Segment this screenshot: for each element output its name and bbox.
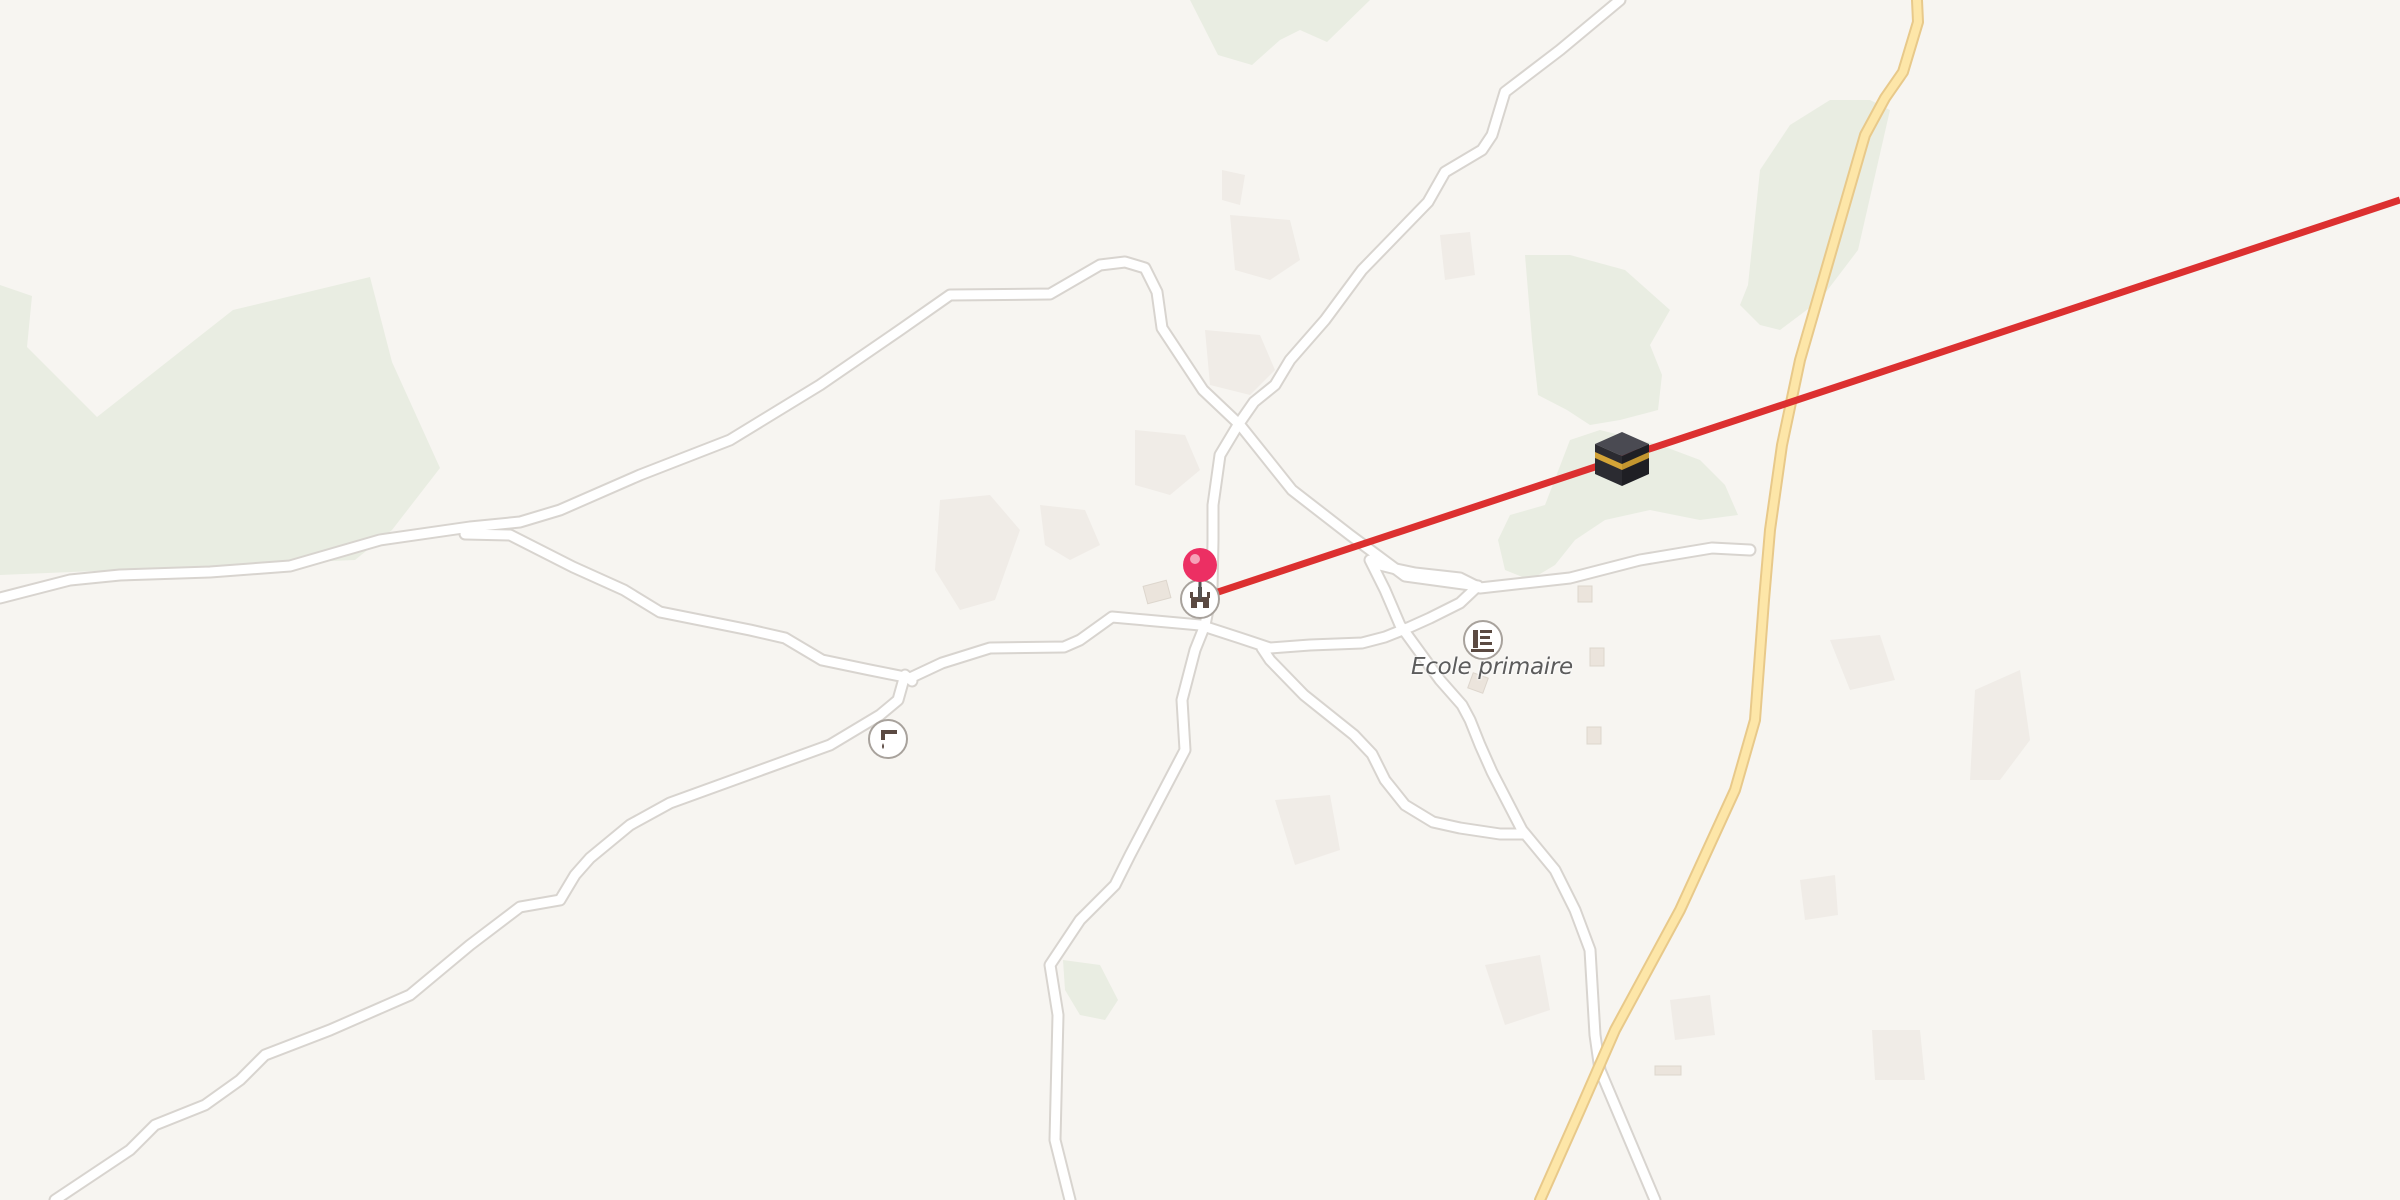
building bbox=[1970, 670, 2030, 780]
map-layer bbox=[0, 0, 2400, 1200]
building bbox=[1040, 505, 1100, 560]
forest-area bbox=[1190, 0, 1370, 65]
map-canvas[interactable]: Ecole primaire bbox=[0, 0, 2400, 1200]
building bbox=[1800, 875, 1838, 920]
building bbox=[1577, 585, 1593, 603]
building bbox=[1222, 170, 1245, 205]
building bbox=[1589, 647, 1605, 667]
forest-area bbox=[1063, 960, 1118, 1020]
building bbox=[1670, 995, 1715, 1040]
road bbox=[1045, 0, 1625, 1200]
poi-label-school[interactable]: Ecole primaire bbox=[1411, 654, 1573, 680]
building bbox=[1654, 1065, 1682, 1076]
building bbox=[935, 495, 1020, 610]
building bbox=[1142, 579, 1172, 605]
building bbox=[1586, 726, 1602, 745]
building bbox=[1830, 635, 1895, 690]
minor-roads bbox=[0, 0, 1755, 1200]
road bbox=[50, 670, 917, 1200]
building bbox=[1872, 1030, 1925, 1080]
water-tap-icon[interactable] bbox=[868, 719, 908, 759]
building bbox=[1135, 430, 1200, 495]
building bbox=[1440, 232, 1475, 280]
minor-roads-casing bbox=[0, 0, 1757, 1200]
building bbox=[1230, 215, 1300, 280]
building bbox=[1275, 795, 1340, 865]
building bbox=[1485, 955, 1550, 1025]
forest-area bbox=[1525, 255, 1670, 425]
forest-area bbox=[0, 277, 440, 575]
